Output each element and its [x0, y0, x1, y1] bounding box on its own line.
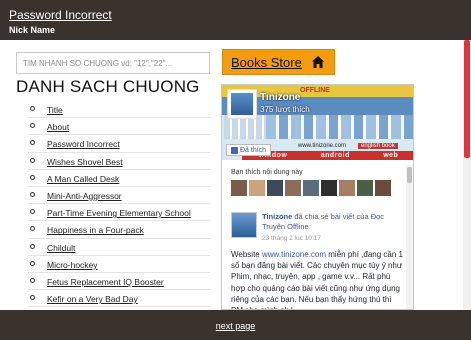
avatar[interactable] [267, 180, 283, 196]
chapter-link[interactable]: Fetus Replacement IQ Booster [47, 277, 164, 287]
page-likes-count: 375 lượt thích [260, 105, 310, 114]
cover-english-text: english book [358, 143, 398, 149]
bullet-icon [30, 140, 35, 146]
next-page-link[interactable]: next page [0, 321, 471, 331]
post-of-text: của [356, 212, 369, 221]
bottom-bar: next page [0, 310, 471, 340]
cover-site-text: www.tinizone.com [298, 143, 347, 149]
avatar[interactable] [285, 180, 301, 196]
page-scrollbar[interactable] [463, 40, 471, 310]
post-body-text: miễn phí ,đang cần 1 số bạn đăng bài viế… [231, 250, 403, 309]
chapter-link[interactable]: About [47, 122, 69, 132]
avatar[interactable] [231, 180, 247, 196]
bullet-icon [30, 226, 35, 232]
nick-name: Nick Name [9, 25, 56, 35]
friends-like-text: Bạn thích nội dung này [231, 169, 303, 176]
bullet-icon [30, 157, 35, 163]
chapter-list-item: Kefir on a Very Bad Day [28, 290, 210, 308]
chapter-link[interactable]: Wishes Shovel Best [47, 157, 123, 167]
chapter-list-item: Childult [28, 239, 210, 256]
home-icon [311, 56, 324, 68]
avatar[interactable] [249, 180, 265, 196]
avatar[interactable] [375, 180, 391, 196]
friend-avatars [231, 180, 391, 196]
chapter-link[interactable]: Title [47, 105, 63, 115]
chapter-list: Title About Password Incorrect Wishes Shove… [28, 101, 210, 308]
chapter-link[interactable]: Kefir on a Very Bad Day [47, 294, 138, 304]
bullet-icon [30, 243, 35, 249]
chapter-link[interactable]: Part-Time Evening Elementary School [47, 208, 191, 218]
chapter-link[interactable]: A Man Called Desk [47, 174, 119, 184]
bullet-icon [30, 277, 35, 283]
chapter-list-item: Micro-hockey [28, 256, 210, 273]
chapter-list-item: Password Incorrect [28, 135, 210, 153]
avatar[interactable] [339, 180, 355, 196]
bullet-icon [30, 123, 35, 129]
page-name[interactable]: Tinizone [260, 92, 300, 103]
top-bar: Password Incorrect Nick Name [0, 0, 471, 40]
chapter-link[interactable]: Micro-hockey [47, 260, 98, 270]
post-header: Tinizone đã chia sẻ bài viết của Đọc Tru… [262, 212, 400, 232]
chapter-list-item: Happiness in a Four-pack [28, 221, 210, 239]
chapter-list-heading: DANH SACH CHUONG [16, 77, 200, 96]
cover-band-label: web [383, 152, 399, 159]
chapter-list-item: A Man Called Desk [28, 170, 210, 187]
page-title-link[interactable]: Password Incorrect [9, 8, 112, 22]
facebook-page-widget: OFFLINE www.tinizone.com english book wi… [221, 84, 414, 310]
like-button[interactable]: Đã thích [226, 144, 272, 156]
books-store-button[interactable]: Books Store [222, 49, 335, 75]
cover-offline-text: OFFLINE [300, 87, 330, 94]
cover-band-label: android [320, 152, 350, 159]
chapter-list-item: Part-Time Evening Elementary School [28, 204, 210, 222]
chapter-link[interactable]: Childult [47, 243, 75, 253]
bullet-icon [30, 260, 35, 266]
avatar[interactable] [357, 180, 373, 196]
like-button-label: Đã thích [240, 146, 267, 154]
bullet-icon [30, 191, 35, 197]
chapter-search-input[interactable] [16, 52, 210, 74]
post-body-link[interactable]: www.tinizone.com [262, 250, 326, 259]
chapter-link[interactable]: Mini-Anti-Aggressor [47, 191, 122, 201]
bullet-icon [30, 295, 35, 301]
bullet-icon [30, 209, 35, 215]
avatar[interactable] [321, 180, 337, 196]
widget-scrollbar[interactable] [406, 165, 413, 309]
thumbs-up-icon [231, 146, 238, 154]
post-timestamp[interactable]: 23 tháng 2 lúc 10:17 [262, 235, 321, 242]
post-shared-link[interactable]: bài viết [331, 212, 355, 221]
chapter-list-item: Wishes Shovel Best [28, 153, 210, 170]
books-store-label: Books Store [231, 54, 302, 70]
chapter-link[interactable]: Happiness in a Four-pack [47, 225, 144, 235]
bullet-icon [30, 174, 35, 180]
chapter-link[interactable]: Password Incorrect [47, 139, 120, 149]
post-avatar[interactable] [231, 212, 257, 238]
page-scrollbar-thumb[interactable] [464, 40, 470, 158]
page-avatar[interactable] [227, 89, 257, 119]
chapter-list-item: Fetus Replacement IQ Booster [28, 273, 210, 291]
chapter-list-item: About [28, 118, 210, 136]
post-body: Website www.tinizone.com miễn phí ,đang … [231, 249, 403, 309]
post-author-link[interactable]: Tinizone [262, 212, 292, 221]
post-body-prefix: Website [231, 250, 260, 259]
chapter-list-item: Title [28, 101, 210, 119]
avatar[interactable] [303, 180, 319, 196]
widget-scrollbar-thumb[interactable] [407, 167, 412, 183]
bullet-icon [30, 106, 35, 111]
post-action-text: đã chia sẻ [294, 212, 329, 221]
chapter-list-item: Mini-Anti-Aggressor [28, 187, 210, 205]
